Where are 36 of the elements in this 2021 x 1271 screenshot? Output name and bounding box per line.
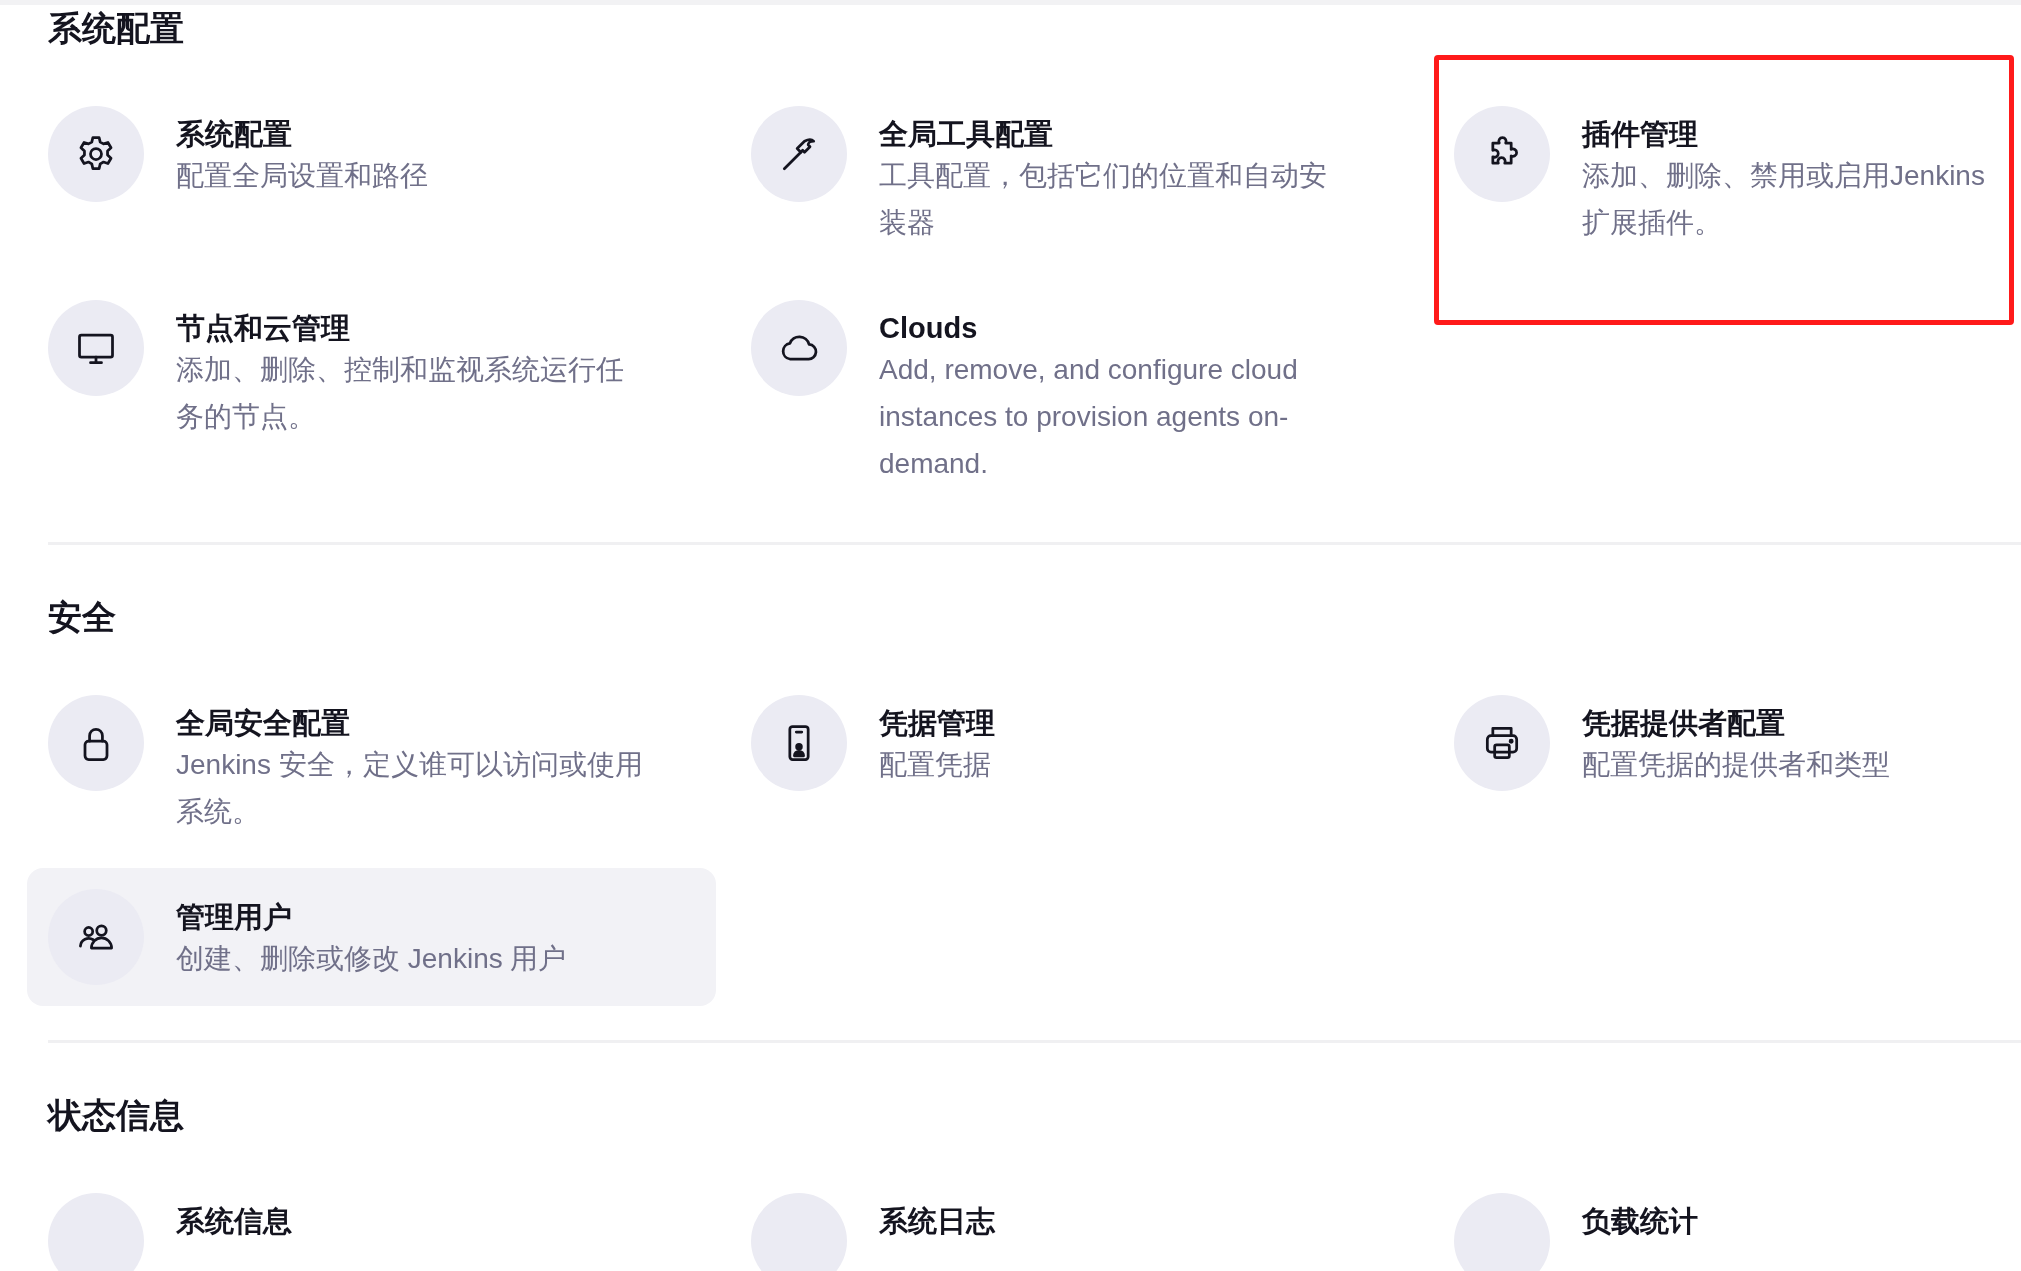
link-title: Clouds <box>879 311 979 346</box>
link-title: 全局工具配置 <box>879 117 1054 152</box>
link-title: 全局安全配置 <box>176 706 351 741</box>
section-heading: 安全 <box>48 597 117 637</box>
link-title: 管理用户 <box>176 900 293 935</box>
link-description: Add, remove, and configure cloud instances to provision agents on- demand. <box>879 353 1299 481</box>
settings-link[interactable]: 凭据提供者配置 配置凭据的提供者和类型 <box>1433 674 2021 812</box>
settings-link[interactable]: 凭据管理 配置凭据 <box>730 674 1419 812</box>
section-heading: 系统配置 <box>48 8 185 48</box>
settings-link[interactable]: Clouds Add, remove, and configure cloud instances to provision agents on- demand. <box>730 279 1419 508</box>
link-description: 添加、删除、禁用或启用Jenkins 扩展插件。 <box>1582 159 1986 240</box>
link-description: Jenkins 安全，定义谁可以访问或使用 系统。 <box>176 748 644 829</box>
settings-link[interactable]: 负载统计 <box>1433 1172 2021 1271</box>
link-description: 创建、删除或修改 Jenkins 用户 <box>176 942 568 976</box>
link-title: 系统日志 <box>879 1204 996 1239</box>
settings-link[interactable]: 管理用户 创建、删除或修改 Jenkins 用户 <box>27 868 716 1006</box>
link-description: 工具配置，包括它们的位置和自动安 装器 <box>879 159 1328 240</box>
settings-link[interactable]: 全局工具配置 工具配置，包括它们的位置和自动安 装器 <box>730 85 1419 267</box>
settings-link[interactable]: 全局安全配置 Jenkins 安全，定义谁可以访问或使用 系统。 <box>27 674 716 856</box>
link-title: 节点和云管理 <box>176 311 351 346</box>
section-heading: 状态信息 <box>48 1095 185 1135</box>
link-title: 凭据提供者配置 <box>1582 706 1786 741</box>
link-title: 插件管理 <box>1582 117 1699 152</box>
link-title: 系统信息 <box>176 1204 293 1239</box>
link-description: 配置凭据的提供者和类型 <box>1582 748 1891 782</box>
link-description: 配置凭据 <box>879 748 992 782</box>
settings-link[interactable]: 系统信息 <box>27 1172 716 1271</box>
settings-link[interactable]: 系统日志 <box>730 1172 1419 1271</box>
settings-link[interactable]: 节点和云管理 添加、删除、控制和监视系统运行任 务的节点。 <box>27 279 716 461</box>
settings-link[interactable]: 插件管理 添加、删除、禁用或启用Jenkins 扩展插件。 <box>1433 85 2021 267</box>
link-title: 凭据管理 <box>879 706 996 741</box>
link-description: 添加、删除、控制和监视系统运行任 务的节点。 <box>176 353 625 434</box>
link-description: 配置全局设置和路径 <box>176 159 429 193</box>
link-title: 系统配置 <box>176 117 293 152</box>
link-title: 负载统计 <box>1582 1204 1699 1239</box>
settings-link[interactable]: 系统配置 配置全局设置和路径 <box>27 85 716 223</box>
